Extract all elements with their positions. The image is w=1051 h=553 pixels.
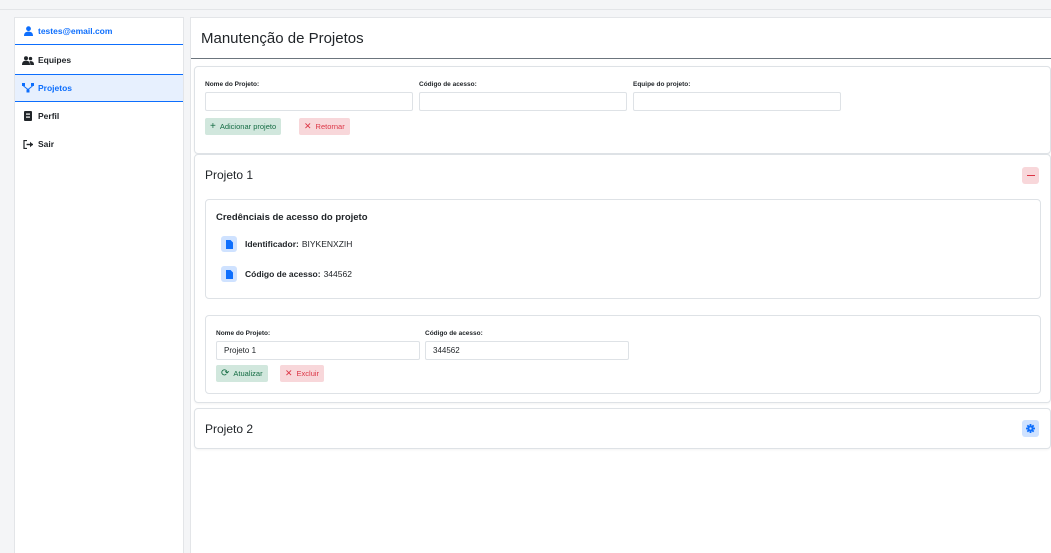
access-code-input[interactable] (425, 341, 629, 360)
project-team-label: Equipe do projeto: (633, 81, 691, 88)
sidebar-user[interactable]: testes@email.com (15, 18, 183, 45)
sign-out-icon (22, 138, 34, 150)
sidebar-item-label: Projetos (38, 83, 73, 93)
credentials-title: Credênciais de acesso do projeto (216, 212, 368, 223)
project-name-label: Nome do Projeto: (205, 81, 260, 88)
gear-icon (1026, 424, 1035, 433)
edit-project-form: Nome do Projeto: Código de acesso: ⟳ Atu… (205, 315, 1041, 394)
delete-button[interactable]: ✕ Excluir (280, 365, 325, 382)
access-code-label: Código de acesso: (425, 330, 483, 337)
sidebar: testes@email.com Equipes Projetos Perfil… (14, 17, 184, 553)
sidebar-item-label: Perfil (38, 111, 60, 121)
title-divider (191, 58, 1051, 59)
close-icon: ✕ (285, 368, 293, 378)
sidebar-item-label: Equipes (38, 55, 72, 65)
minus-icon (1026, 174, 1035, 177)
back-button[interactable]: ✕ Retornar (299, 118, 350, 135)
project-title: Projeto 1 (205, 168, 254, 182)
close-icon: ✕ (304, 121, 312, 131)
settings-button[interactable] (1022, 420, 1039, 437)
access-code-value: 344562 (323, 269, 352, 279)
project-name-label: Nome do Projeto: (216, 330, 271, 337)
users-icon (22, 54, 34, 66)
user-icon (22, 25, 34, 37)
sidebar-item-perfil[interactable]: Perfil (15, 102, 183, 130)
project-card: Projeto 1 Credênciais de acesso do proje… (194, 154, 1051, 403)
project-team-input[interactable] (633, 92, 841, 111)
new-project-card: Nome do Projeto: Código de acesso: Equip… (194, 66, 1051, 154)
delete-label: Excluir (296, 369, 320, 378)
project-name-input[interactable] (205, 92, 413, 111)
identifier-label: Identificador: (245, 239, 299, 249)
access-code-input[interactable] (419, 92, 627, 111)
add-project-button[interactable]: + Adicionar projeto (205, 118, 282, 135)
project-card: Projeto 2 (194, 408, 1051, 449)
top-bar (0, 0, 1051, 10)
project-name-input[interactable] (216, 341, 420, 360)
access-code-label: Código de acesso: (245, 269, 321, 279)
project-title: Projeto 2 (205, 422, 254, 436)
sidebar-item-sair[interactable]: Sair (15, 130, 183, 158)
identifier-row: Identificador: BIYKENXZIH (221, 236, 352, 252)
refresh-icon: ⟳ (221, 367, 230, 379)
access-code-row: Código de acesso: 344562 (221, 266, 352, 282)
sidebar-item-equipes[interactable]: Equipes (15, 46, 183, 74)
sidebar-item-label: Sair (38, 139, 55, 149)
credentials-panel: Credênciais de acesso do projeto Identif… (205, 199, 1041, 299)
sidebar-user-email: testes@email.com (38, 26, 113, 36)
plus-icon: + (210, 120, 216, 132)
identifier-value: BIYKENXZIH (301, 239, 353, 249)
sitemap-icon (22, 82, 34, 94)
add-project-label: Adicionar projeto (219, 122, 277, 131)
collapse-button[interactable] (1022, 167, 1039, 184)
back-label: Retornar (315, 122, 345, 131)
file-icon (221, 236, 237, 252)
update-label: Atualizar (233, 369, 263, 378)
file-icon (221, 266, 237, 282)
main-content: Manutenção de Projetos Nome do Projeto: … (190, 17, 1051, 553)
sidebar-item-projetos[interactable]: Projetos (15, 74, 183, 102)
id-card-icon (22, 110, 34, 122)
update-button[interactable]: ⟳ Atualizar (216, 365, 268, 382)
access-code-label: Código de acesso: (419, 81, 477, 88)
page-title: Manutenção de Projetos (201, 30, 364, 47)
